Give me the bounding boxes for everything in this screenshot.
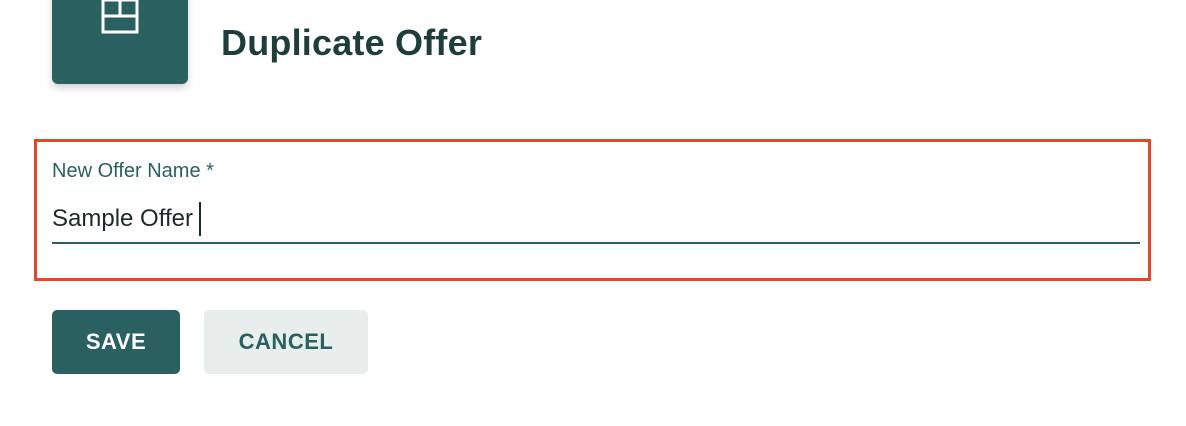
new-offer-name-input[interactable]: Sample Offer	[52, 196, 1140, 244]
offer-icon-tile	[52, 0, 188, 84]
text-caret	[198, 202, 201, 236]
duplicate-offer-page: Duplicate Offer New Offer Name * Sample …	[0, 0, 1186, 426]
duplicate-offer-icon	[100, 0, 140, 41]
new-offer-name-value: Sample Offer	[52, 205, 193, 232]
page-title: Duplicate Offer	[221, 22, 483, 63]
save-button[interactable]: SAVE	[52, 310, 180, 374]
cancel-button[interactable]: CANCEL	[204, 310, 368, 374]
new-offer-name-label: New Offer Name *	[52, 160, 214, 182]
